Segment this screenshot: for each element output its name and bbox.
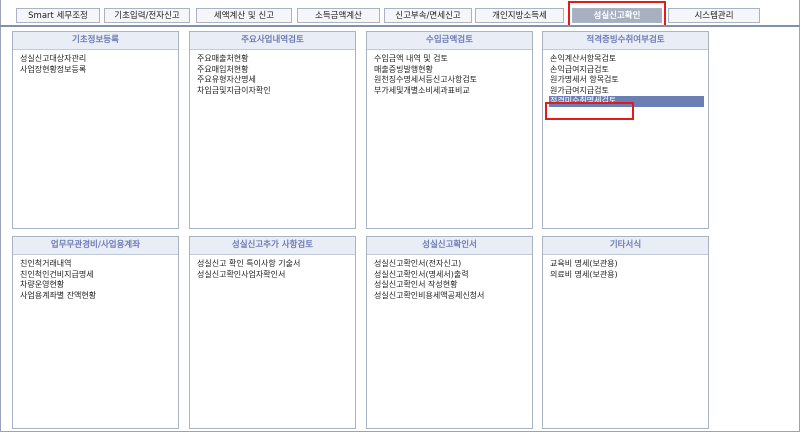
menu-item[interactable]: 성실신고확인서(전자신고) — [373, 259, 528, 270]
menu-item[interactable]: 원가명세서 항목검토 — [549, 75, 704, 86]
panel-additional-review: 성실신고추가 사항검토 성실신고 확인 특이사항 기술서 성실신고확인사업자확인… — [189, 236, 356, 429]
tab-income-calculation[interactable]: 소득금액계산 — [297, 8, 380, 23]
panel-title: 성실신고추가 사항검토 — [190, 237, 355, 255]
panel-revenue-review: 수입금액검토 수입금액 내역 및 검토 매출증빙발행현황 원천징수명세서등신고사… — [366, 31, 533, 229]
menu-item[interactable]: 차입금및지급이자확인 — [196, 86, 351, 97]
panel-menu: 성실신고확인서(전자신고) 성실신고확인서(명세서)출력 성실신고확인서 작성현… — [367, 255, 532, 301]
tab-sincere-report-confirmation[interactable]: 성실신고확인 — [572, 8, 662, 23]
menu-item[interactable]: 사업장현황정보등록 — [19, 65, 174, 76]
menu-item[interactable]: 성실신고확인사업자확인서 — [196, 270, 351, 281]
tab-tax-calculation-filing[interactable]: 세액계산 및 신고 — [196, 8, 292, 23]
menu-item[interactable]: 차량운영현황 — [19, 280, 174, 291]
panel-other-forms: 기타서식 교육비 명세(보관용) 의료비 명세(보관용) — [542, 236, 709, 429]
tab-local-income-tax[interactable]: 개인지방소득세 — [475, 8, 564, 23]
panel-menu: 성실신고 확인 특이사항 기술서 성실신고확인사업자확인서 — [190, 255, 355, 280]
panel-title: 주요사업내역검토 — [190, 32, 355, 50]
tab-attached-exemption-filing[interactable]: 신고부속/면세신고 — [384, 8, 472, 23]
tab-system-management[interactable]: 시스템관리 — [668, 8, 760, 23]
panel-menu: 주요매출처현황 주요매입처현황 주요유형자산명세 차입금및지급이자확인 — [190, 50, 355, 96]
menu-item[interactable]: 성실신고확인서 작성현황 — [373, 280, 528, 291]
panel-title: 기초정보등록 — [13, 32, 178, 50]
menu-item[interactable]: 주요유형자산명세 — [196, 75, 351, 86]
menu-item[interactable]: 주요매입처현황 — [196, 65, 351, 76]
menu-item-selected[interactable]: 적격미수취명세검토 — [549, 96, 704, 107]
menu-item[interactable]: 매출증빙발행현황 — [373, 65, 528, 76]
panel-menu: 손익계산서항목검토 손익급여지급검토 원가명세서 항목검토 원가급여지급검토 적… — [543, 50, 708, 107]
menu-item[interactable]: 성실신고확인비용세액공제신청서 — [373, 291, 528, 302]
panel-title: 기타서식 — [543, 237, 708, 255]
menu-item[interactable]: 원가급여지급검토 — [549, 86, 704, 97]
menu-item[interactable]: 손익급여지급검토 — [549, 65, 704, 76]
menu-item[interactable]: 부가세및개별소비세과표비교 — [373, 86, 528, 97]
menu-item[interactable]: 원천징수명세서등신고사항검토 — [373, 75, 528, 86]
panel-title: 성실신고확인서 — [367, 237, 532, 255]
menu-item[interactable]: 교육비 명세(보관용) — [549, 259, 704, 270]
panel-menu: 수입금액 내역 및 검토 매출증빙발행현황 원천징수명세서등신고사항검토 부가세… — [367, 50, 532, 96]
panel-menu: 교육비 명세(보관용) 의료비 명세(보관용) — [543, 255, 708, 280]
panel-title: 수입금액검토 — [367, 32, 532, 50]
menu-item[interactable]: 성실신고 확인 특이사항 기술서 — [196, 259, 351, 270]
menu-item[interactable]: 성실신고대상자관리 — [19, 54, 174, 65]
tab-smart-tax-adjustment[interactable]: Smart 세무조정 — [16, 8, 100, 23]
menu-item[interactable]: 수입금액 내역 및 검토 — [373, 54, 528, 65]
panel-qualified-evidence: 적격증빙수취여부검토 손익계산서항목검토 손익급여지급검토 원가명세서 항목검토… — [542, 31, 709, 229]
panel-menu: 친인척거래내역 친인척인건비지급명세 차량운영현황 사업용계좌별 잔액현황 — [13, 255, 178, 301]
panel-main-business: 주요사업내역검토 주요매출처현황 주요매입처현황 주요유형자산명세 차입금및지급… — [189, 31, 356, 229]
menu-item[interactable]: 친인척거래내역 — [19, 259, 174, 270]
top-tab-bar: Smart 세무조정 기초입력/전자신고 세액계산 및 신고 소득금액계산 신고… — [0, 0, 800, 28]
menu-item[interactable]: 주요매출처현황 — [196, 54, 351, 65]
panel-menu: 성실신고대상자관리 사업장현황정보등록 — [13, 50, 178, 75]
tab-basic-input-e-filing[interactable]: 기초입력/전자신고 — [104, 8, 190, 23]
panel-title: 적격증빙수취여부검토 — [543, 32, 708, 50]
panel-non-business-expense: 업무무관경비/사업용계좌 친인척거래내역 친인척인건비지급명세 차량운영현황 사… — [12, 236, 179, 429]
panel-basic-info: 기초정보등록 성실신고대상자관리 사업장현황정보등록 — [12, 31, 179, 229]
menu-item[interactable]: 의료비 명세(보관용) — [549, 270, 704, 281]
menu-item[interactable]: 성실신고확인서(명세서)출력 — [373, 270, 528, 281]
menu-item[interactable]: 손익계산서항목검토 — [549, 54, 704, 65]
menu-item[interactable]: 친인척인건비지급명세 — [19, 270, 174, 281]
tab-underline — [0, 25, 800, 27]
menu-item[interactable]: 사업용계좌별 잔액현황 — [19, 291, 174, 302]
panel-title: 업무무관경비/사업용계좌 — [13, 237, 178, 255]
panel-confirmation-document: 성실신고확인서 성실신고확인서(전자신고) 성실신고확인서(명세서)출력 성실신… — [366, 236, 533, 429]
